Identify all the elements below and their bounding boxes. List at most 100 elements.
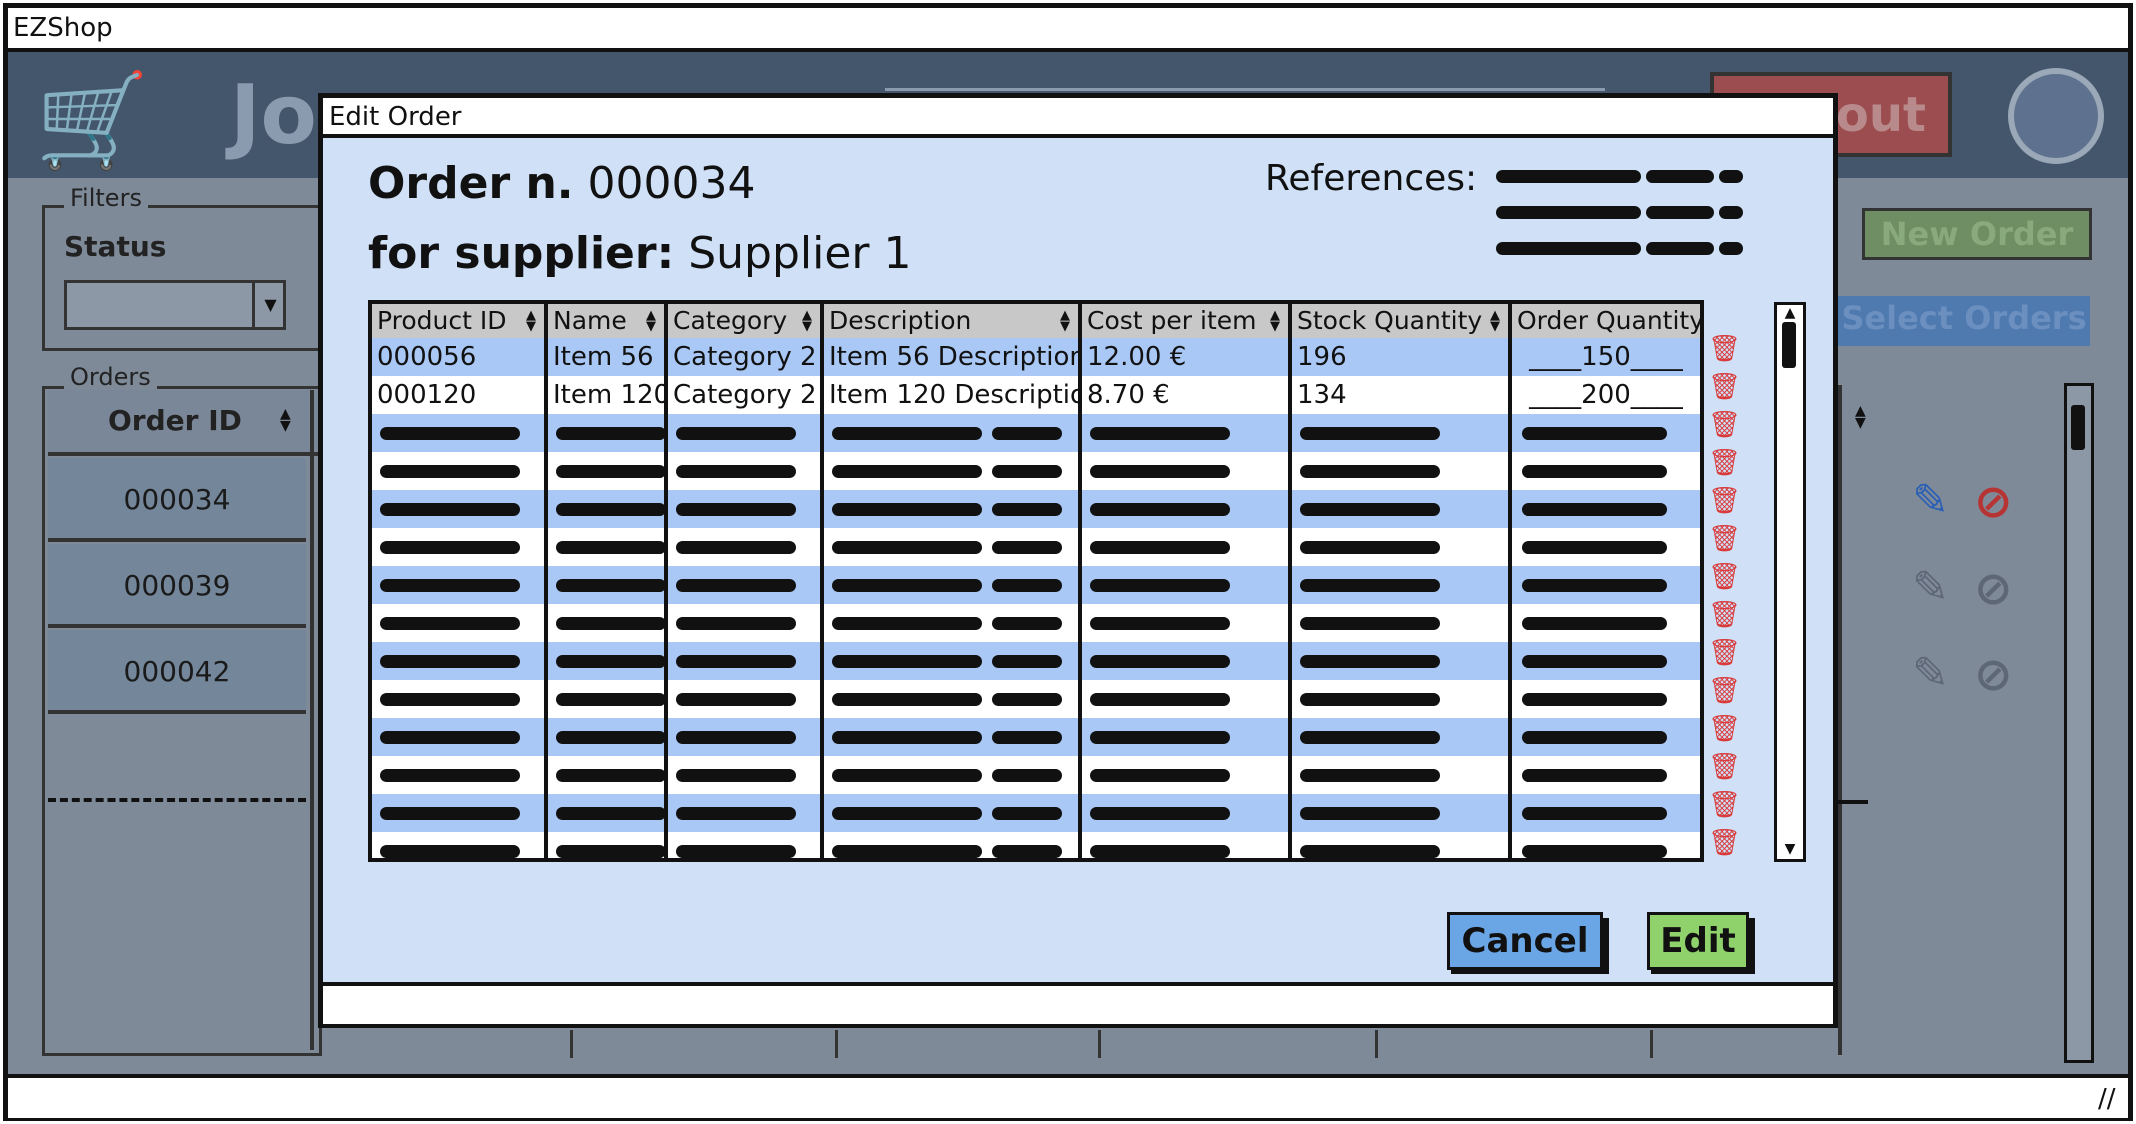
product-id-cell: 000056 [377,342,477,372]
table-row[interactable]: 000120 Item 120 Category 2 Item 120 Desc… [372,376,1700,414]
window-title: EZShop [13,13,113,43]
column-header-product-id[interactable]: Product ID ▲ ▼ [372,304,548,338]
scroll-thumb[interactable] [1782,322,1796,368]
redacted-cell [1512,642,1700,680]
redacted-cell [1082,756,1288,794]
redacted-cell [824,718,1078,756]
background-scroll-thumb [2071,405,2085,450]
cost-cell: 12.00 € [1087,342,1187,372]
column-divider [1508,304,1512,858]
redacted-cell [824,756,1078,794]
scroll-up-icon[interactable]: ▲ [1777,306,1803,320]
redacted-cell [1512,414,1700,452]
description-cell: Item 120 Description [829,380,1082,410]
orders-column-divider [310,390,314,1050]
redacted-cell [824,528,1078,566]
column-header-stock[interactable]: Stock Quantity ▲ ▼ [1292,304,1512,338]
redacted-cell [668,566,820,604]
cart-icon: 🛒 [35,67,150,174]
trash-icon[interactable]: 🗑 [1708,334,1741,364]
placeholder-row [372,452,1700,490]
trash-icon[interactable]: 🗑 [1708,448,1741,478]
cancel-circle-icon: ⊘ [1974,474,2013,528]
trash-icon[interactable]: 🗑 [1708,676,1741,706]
redacted-cell [1292,680,1508,718]
order-row: 000042 [48,630,306,714]
redacted-cell [372,490,544,528]
redacted-cell [372,756,544,794]
table-row[interactable]: 000056 Item 56 Category 2 Item 56 Descri… [372,338,1700,376]
trash-icon[interactable]: 🗑 [1708,714,1741,744]
sort-icon: ▲ ▼ [1855,403,1866,431]
redacted-cell [1512,680,1700,718]
redacted-cell [1082,452,1288,490]
column-header-cost[interactable]: Cost per item ▲ ▼ [1082,304,1292,338]
redacted-cell [668,680,820,718]
column-header-description[interactable]: Description ▲ ▼ [824,304,1082,338]
redacted-cell [1082,718,1288,756]
redacted-cell [1292,642,1508,680]
redacted-cell [372,604,544,642]
redacted-cell [1292,756,1508,794]
trash-icon[interactable]: 🗑 [1708,410,1741,440]
trash-icon[interactable]: 🗑 [1708,524,1741,554]
trash-icon[interactable]: 🗑 [1708,372,1741,402]
column-header-name[interactable]: Name ▲ ▼ [548,304,668,338]
redacted-cell [1082,680,1288,718]
placeholder-row [372,528,1700,566]
category-cell: Category 2 [673,380,817,410]
redacted-cell [824,642,1078,680]
dialog-footer [323,982,1833,1024]
category-cell: Category 2 [673,342,817,372]
redacted-cell [548,604,664,642]
trash-icon[interactable]: 🗑 [1708,828,1741,858]
order-quantity-input[interactable]: ____200____ [1512,376,1700,414]
redacted-cell [548,528,664,566]
redacted-cell [1512,794,1700,832]
resize-grip-icon[interactable]: ∕∕ [2098,1084,2116,1114]
edit-button[interactable]: Edit [1647,912,1749,970]
placeholder-row [372,490,1700,528]
background-scrollbar [2064,383,2094,1063]
redacted-cell [548,566,664,604]
column-divider [1288,304,1292,858]
redacted-cell [668,452,820,490]
redacted-cell [1512,452,1700,490]
placeholder-row [372,566,1700,604]
trash-icon[interactable]: 🗑 [1708,600,1741,630]
redacted-cell [668,832,820,858]
order-number: 000034 [587,158,756,209]
column-header-order-quantity[interactable]: Order Quantity [1512,304,1700,338]
trash-icon[interactable]: 🗑 [1708,790,1741,820]
orders-legend: Orders [64,363,157,391]
cost-cell: 8.70 € [1087,380,1170,410]
placeholder-row [372,718,1700,756]
redacted-cell [668,794,820,832]
table-scrollbar[interactable] [1774,302,1806,862]
trash-icon[interactable]: 🗑 [1708,486,1741,516]
column-header-category[interactable]: Category ▲ ▼ [668,304,824,338]
redacted-cell [668,642,820,680]
order-quantity-input[interactable]: ____150____ [1512,338,1700,376]
cancel-button[interactable]: Cancel [1447,912,1603,970]
table-edge [1838,385,1888,1055]
trash-icon[interactable]: 🗑 [1708,638,1741,668]
references-value [1496,238,1758,257]
bottom-grid [320,1030,1840,1070]
trash-icon[interactable]: 🗑 [1708,562,1741,592]
redacted-cell [668,528,820,566]
redacted-cell [668,718,820,756]
stock-cell: 134 [1297,380,1347,410]
redacted-cell [548,756,664,794]
sort-icon: ▲ ▼ [1270,308,1280,334]
pencil-icon: ✎ [1912,475,1949,526]
description-cell: Item 56 Description [829,342,1082,372]
sort-icon: ▲ ▼ [280,406,291,434]
redacted-cell [1512,718,1700,756]
redacted-cell [1082,794,1288,832]
redacted-cell [1082,490,1288,528]
redacted-cell [824,832,1078,858]
trash-icon[interactable]: 🗑 [1708,752,1741,782]
scroll-down-icon[interactable]: ▼ [1777,842,1803,856]
redacted-cell [548,794,664,832]
